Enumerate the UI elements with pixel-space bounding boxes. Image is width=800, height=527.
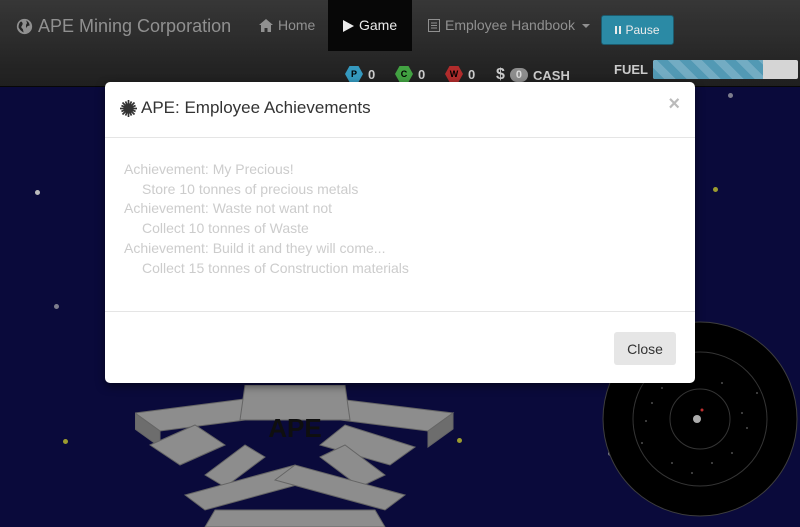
achievement-title: Achievement: My Precious! <box>124 161 294 177</box>
achievement-title: Achievement: Waste not want not <box>124 200 333 217</box>
modal-footer: Close <box>105 311 695 384</box>
modal-title: APE: Employee Achievements <box>120 98 371 118</box>
achievements-modal: APE: Employee Achievements × Achievement… <box>105 82 695 383</box>
achievement-desc: Collect 15 tonnes of Construction materi… <box>142 259 409 276</box>
achievement-desc: Collect 10 tonnes of Waste <box>142 220 309 237</box>
modal-header: APE: Employee Achievements × <box>105 82 695 138</box>
modal-body: Achievement: My Precious! Store 10 tonne… <box>124 160 409 278</box>
cog-icon <box>120 99 137 117</box>
modal-title-label: APE: Employee Achievements <box>141 98 371 117</box>
achievement-title: Achievement: Build it and they will come… <box>124 239 386 256</box>
close-x-icon[interactable]: × <box>668 94 680 114</box>
close-button[interactable]: Close <box>614 332 676 365</box>
achievement-desc: Store 10 tonnes of precious metals <box>142 180 359 197</box>
